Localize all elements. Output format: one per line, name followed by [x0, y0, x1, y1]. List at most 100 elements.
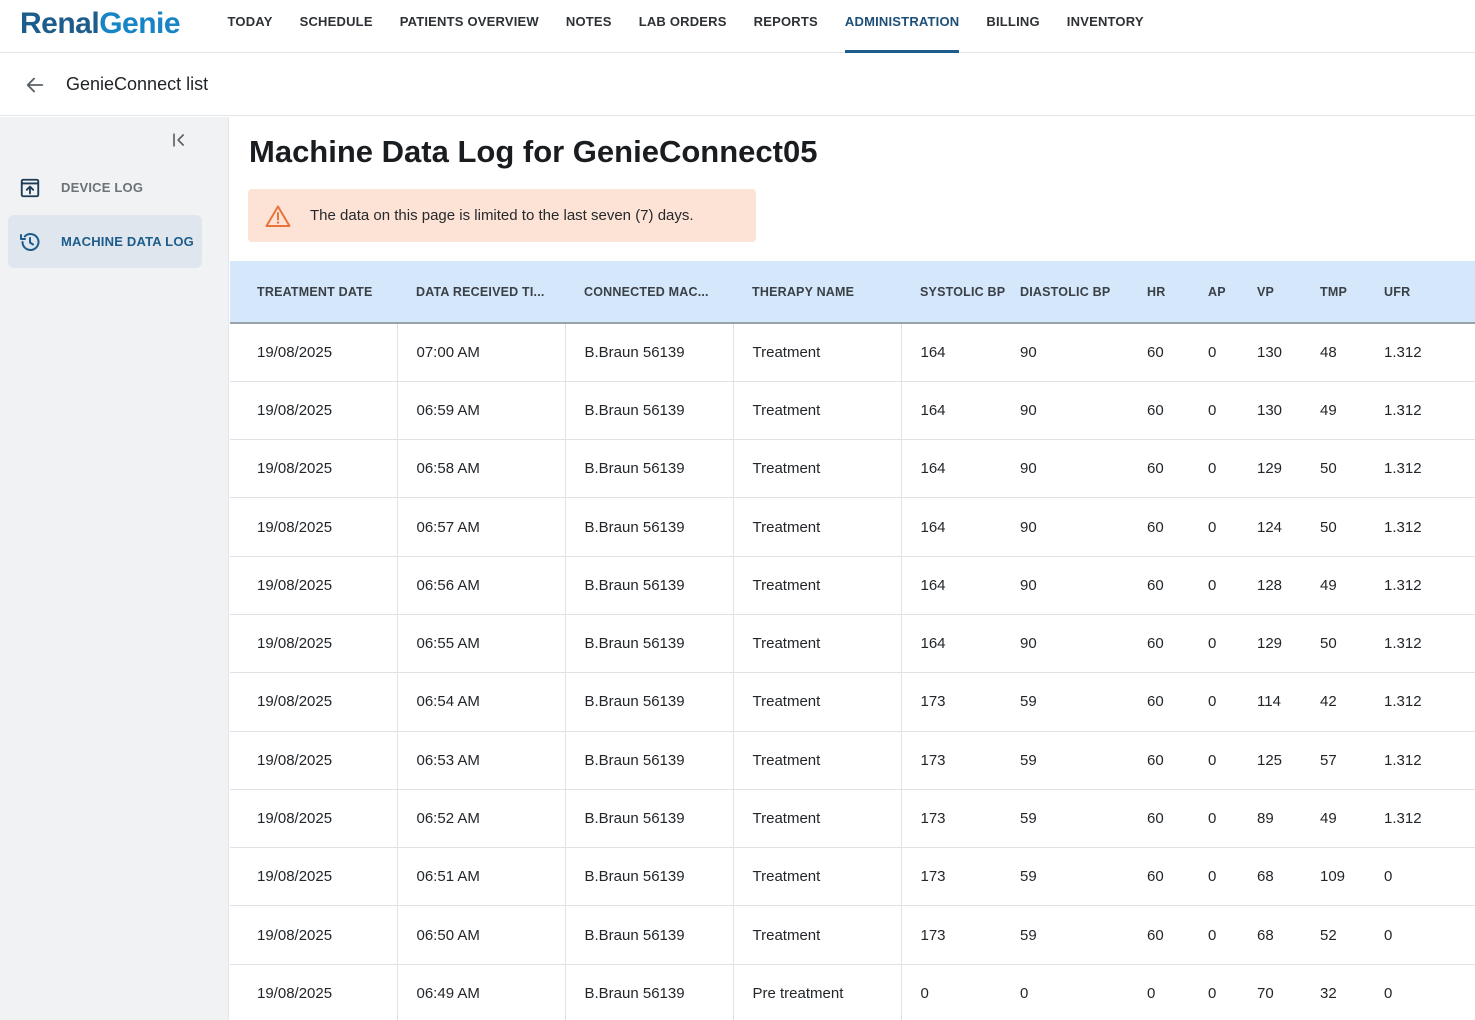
- nav-patients-overview[interactable]: PATIENTS OVERVIEW: [386, 0, 552, 53]
- cell-hr: 60: [1147, 556, 1208, 615]
- cell-ufr: 0: [1384, 847, 1475, 907]
- cell-data-received-time: 06:50 AM: [397, 905, 566, 965]
- table-row[interactable]: 19/08/2025 06:59 AM B.Braun 56139 Treatment…: [230, 381, 1475, 441]
- table-row[interactable]: 19/08/2025 06:58 AM B.Braun 56139 Treatment…: [230, 439, 1475, 499]
- cell-connected-machine: B.Braun 56139: [565, 789, 734, 849]
- history-icon: [17, 229, 43, 255]
- cell-treatment-date: 19/08/2025: [230, 789, 398, 849]
- nav-administration[interactable]: ADMINISTRATION: [831, 0, 973, 53]
- cell-connected-machine: B.Braun 56139: [565, 847, 734, 907]
- cell-ap: 0: [1208, 381, 1257, 441]
- cell-connected-machine: B.Braun 56139: [565, 731, 734, 790]
- cell-therapy-name: Treatment: [733, 672, 902, 732]
- cell-hr: 60: [1147, 731, 1208, 790]
- cell-diastolic-bp: 90: [1020, 439, 1147, 499]
- cell-systolic-bp: 164: [901, 381, 1020, 441]
- cell-data-received-time: 06:49 AM: [397, 964, 566, 1020]
- cell-data-received-time: 06:53 AM: [397, 731, 566, 790]
- cell-diastolic-bp: 59: [1020, 731, 1147, 790]
- cell-diastolic-bp: 59: [1020, 789, 1147, 849]
- table-row[interactable]: 19/08/2025 06:55 AM B.Braun 56139 Treatment…: [230, 614, 1475, 674]
- cell-connected-machine: B.Braun 56139: [565, 381, 734, 441]
- table-row[interactable]: 19/08/2025 06:54 AM B.Braun 56139 Treatment…: [230, 672, 1475, 732]
- table-row[interactable]: 19/08/2025 07:00 AM B.Braun 56139 Treatment…: [230, 323, 1475, 382]
- cell-therapy-name: Treatment: [733, 905, 902, 965]
- table-row[interactable]: 19/08/2025 06:57 AM B.Braun 56139 Treatment…: [230, 497, 1475, 557]
- breadcrumb-title[interactable]: GenieConnect list: [66, 74, 208, 95]
- cell-ufr: 1.312: [1384, 731, 1475, 790]
- cell-therapy-name: Treatment: [733, 323, 902, 382]
- cell-tmp: 32: [1320, 964, 1384, 1020]
- cell-vp: 128: [1257, 556, 1320, 615]
- info-alert: The data on this page is limited to the …: [248, 189, 756, 242]
- cell-systolic-bp: 173: [901, 905, 1020, 965]
- cell-vp: 68: [1257, 905, 1320, 965]
- table-row[interactable]: 19/08/2025 06:51 AM B.Braun 56139 Treatment…: [230, 847, 1475, 907]
- cell-diastolic-bp: 59: [1020, 847, 1147, 907]
- col-vp[interactable]: VP: [1257, 261, 1320, 324]
- col-treatment-date[interactable]: TREATMENT DATE: [230, 261, 397, 324]
- cell-ufr: 1.312: [1384, 381, 1475, 441]
- warning-icon: [265, 203, 291, 229]
- table-row[interactable]: 19/08/2025 06:49 AM B.Braun 56139 Pre treat…: [230, 964, 1475, 1020]
- cell-hr: 0: [1147, 964, 1208, 1020]
- logo-renal: Renal: [20, 7, 100, 40]
- cell-ufr: 1.312: [1384, 323, 1475, 382]
- col-connected-machine[interactable]: CONNECTED MAC...: [565, 261, 733, 324]
- collapse-left-icon: [173, 133, 184, 147]
- cell-tmp: 42: [1320, 672, 1384, 732]
- cell-ap: 0: [1208, 556, 1257, 615]
- col-data-received-time[interactable]: DATA RECEIVED TI...: [397, 261, 565, 324]
- table-row[interactable]: 19/08/2025 06:56 AM B.Braun 56139 Treatment…: [230, 556, 1475, 615]
- col-ufr[interactable]: UFR: [1384, 261, 1475, 324]
- table-row[interactable]: 19/08/2025 06:52 AM B.Braun 56139 Treatment…: [230, 789, 1475, 849]
- cell-ufr: 1.312: [1384, 556, 1475, 615]
- cell-hr: 60: [1147, 905, 1208, 965]
- col-diastolic-bp[interactable]: DIASTOLIC BP: [1020, 261, 1147, 324]
- col-therapy-name[interactable]: THERAPY NAME: [733, 261, 901, 324]
- col-systolic-bp[interactable]: SYSTOLIC BP: [901, 261, 1020, 324]
- cell-tmp: 57: [1320, 731, 1384, 790]
- cell-treatment-date: 19/08/2025: [230, 672, 398, 732]
- nav-billing[interactable]: BILLING: [973, 0, 1053, 53]
- cell-systolic-bp: 164: [901, 614, 1020, 674]
- cell-ap: 0: [1208, 905, 1257, 965]
- cell-connected-machine: B.Braun 56139: [565, 439, 734, 499]
- arrow-left-icon: [26, 77, 44, 93]
- sidebar-collapse-button[interactable]: [166, 127, 192, 153]
- cell-data-received-time: 06:52 AM: [397, 789, 566, 849]
- cell-connected-machine: B.Braun 56139: [565, 905, 734, 965]
- sidebar-item-device-log[interactable]: DEVICE LOG: [8, 161, 202, 214]
- cell-hr: 60: [1147, 381, 1208, 441]
- nav-today[interactable]: TODAY: [214, 0, 286, 53]
- back-button[interactable]: [22, 72, 48, 98]
- cell-connected-machine: B.Braun 56139: [565, 556, 734, 615]
- cell-diastolic-bp: 90: [1020, 323, 1147, 382]
- nav-lab-orders[interactable]: LAB ORDERS: [625, 0, 740, 53]
- cell-ap: 0: [1208, 789, 1257, 849]
- nav-reports[interactable]: REPORTS: [740, 0, 831, 53]
- machine-data-table: TREATMENT DATE DATA RECEIVED TI... CONNE…: [230, 261, 1475, 1020]
- cell-ufr: 1.312: [1384, 497, 1475, 557]
- sidebar-item-machine-data-log[interactable]: MACHINE DATA LOG: [8, 215, 202, 268]
- cell-therapy-name: Treatment: [733, 556, 902, 615]
- table-row[interactable]: 19/08/2025 06:50 AM B.Braun 56139 Treatment…: [230, 905, 1475, 965]
- cell-data-received-time: 06:58 AM: [397, 439, 566, 499]
- col-tmp[interactable]: TMP: [1320, 261, 1384, 324]
- cell-systolic-bp: 173: [901, 672, 1020, 732]
- cell-vp: 129: [1257, 439, 1320, 499]
- cell-systolic-bp: 164: [901, 323, 1020, 382]
- cell-vp: 125: [1257, 731, 1320, 790]
- table-row[interactable]: 19/08/2025 06:53 AM B.Braun 56139 Treatment…: [230, 731, 1475, 790]
- cell-systolic-bp: 0: [901, 964, 1020, 1020]
- cell-systolic-bp: 164: [901, 556, 1020, 615]
- col-ap[interactable]: AP: [1208, 261, 1257, 324]
- nav-inventory[interactable]: INVENTORY: [1053, 0, 1157, 53]
- cell-therapy-name: Treatment: [733, 439, 902, 499]
- top-bar: Renal Genie TODAY SCHEDULE PATIENTS OVERV…: [0, 0, 1475, 53]
- app-logo[interactable]: Renal Genie: [20, 4, 181, 44]
- col-hr[interactable]: HR: [1147, 261, 1208, 324]
- cell-ufr: 0: [1384, 905, 1475, 965]
- nav-schedule[interactable]: SCHEDULE: [286, 0, 386, 53]
- nav-notes[interactable]: NOTES: [552, 0, 625, 53]
